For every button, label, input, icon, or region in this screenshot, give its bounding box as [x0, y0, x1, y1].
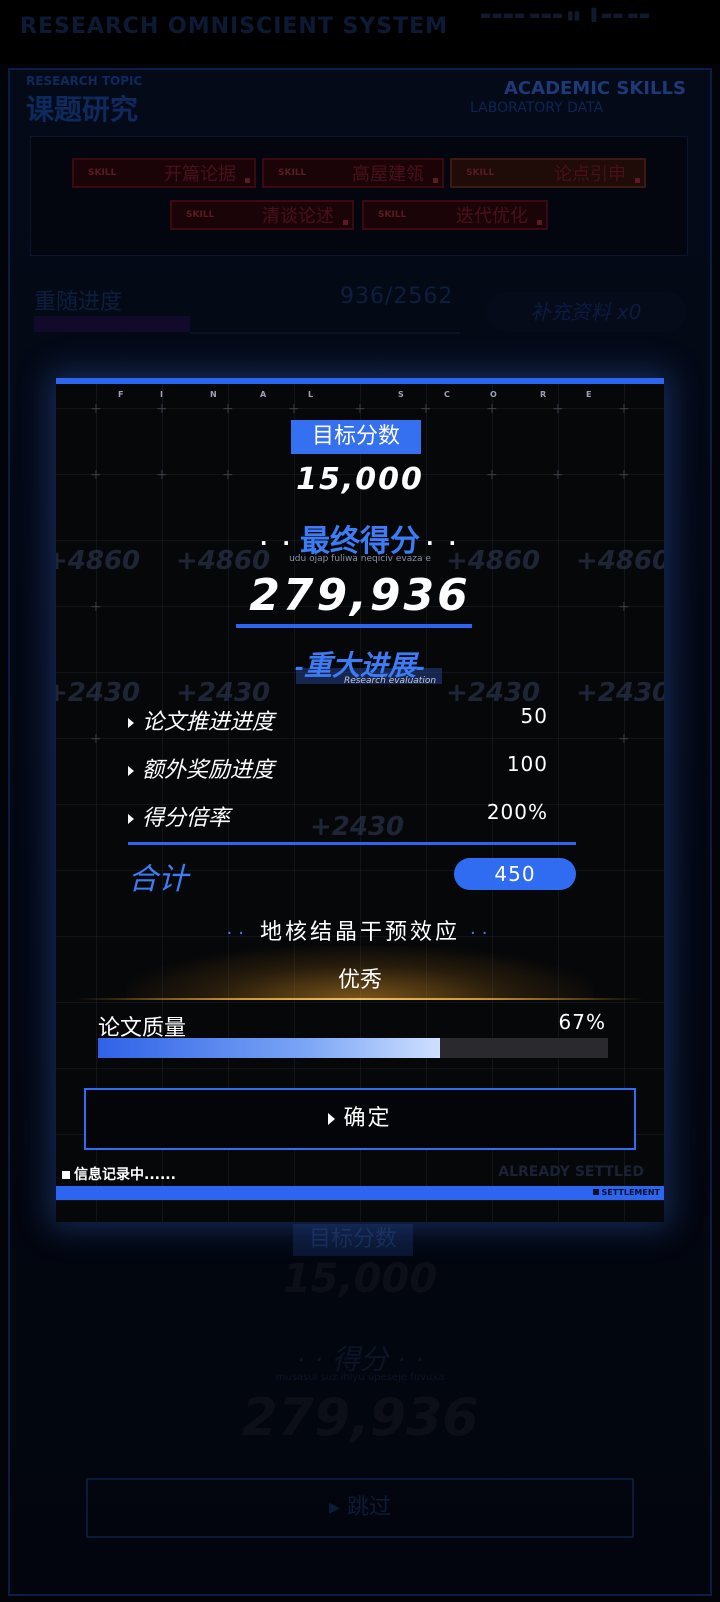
- settlement-text: SETTLEMENT: [601, 1188, 660, 1197]
- progress-bar-fill: [34, 316, 190, 332]
- header-letter: N: [210, 390, 217, 399]
- grade-label: 优秀: [337, 968, 382, 993]
- target-score-value: 15,000: [296, 462, 424, 497]
- triangle-bullet-icon: [128, 766, 134, 776]
- triangle-bullet-icon: [128, 718, 134, 728]
- progress-label: 重随进度: [34, 290, 123, 315]
- bg-score-sub: musasul suz ihiyu upeseje fuvuxa: [275, 1372, 445, 1383]
- skill-name: 迭代优化: [456, 206, 528, 227]
- corner-marker-icon: [537, 220, 542, 225]
- confirm-button[interactable]: 确定: [84, 1088, 636, 1150]
- skill-name: 清谈论述: [262, 206, 334, 227]
- skill-tag: SKILL: [278, 168, 307, 178]
- final-score-subtext: udu ojap fuliwa neqiciv evaza e: [289, 554, 431, 564]
- quality-value: 67%: [558, 1010, 606, 1034]
- header-letter: E: [586, 390, 592, 399]
- corner-marker-icon: [343, 220, 348, 225]
- modal-top-bar: [56, 378, 664, 384]
- total-divider: [128, 842, 576, 845]
- quality-bar-fill: [98, 1038, 440, 1058]
- topic-title: 课题研究: [26, 93, 139, 126]
- skill-name: 开篇论据: [164, 164, 236, 185]
- skill-card[interactable]: SKILL 迭代优化: [362, 200, 548, 230]
- research-evaluation-label: Research evaluation: [343, 676, 437, 686]
- effect-label: 地核结晶干预效应: [259, 920, 460, 945]
- skill-name: 高屋建瓴: [352, 164, 424, 185]
- corner-marker-icon: [433, 178, 438, 183]
- stat-value: 100: [506, 752, 548, 776]
- total-label: 合计: [128, 862, 188, 897]
- skill-card[interactable]: SKILL 清谈论述: [170, 200, 354, 230]
- quality-bar: [98, 1038, 608, 1058]
- corner-marker-icon: [245, 178, 250, 183]
- stat-value: 200%: [486, 800, 548, 824]
- effect-heading: ·· 地核结晶干预效应 ··: [226, 920, 494, 945]
- skill-tag: SKILL: [466, 168, 495, 178]
- system-title: RESEARCH OMNISCIENT SYSTEM: [20, 14, 449, 39]
- target-score-label: 目标分数: [291, 420, 421, 454]
- corner-marker-icon: [635, 178, 640, 183]
- status-icons: ▬▬▬▬ ▬▬▬ ▮▮ ▌▬▬ ▬▬: [480, 8, 651, 22]
- header-letter: F: [118, 390, 124, 399]
- progress-bar-track: [190, 332, 460, 334]
- stat-label: 论文推进进度: [142, 710, 275, 735]
- header-letter: C: [444, 390, 450, 399]
- skill-name: 论点引申: [554, 164, 626, 185]
- final-score-modal: + + + + + + + + + + + + + + + + + + + F I N A L S C O R…: [56, 378, 664, 1222]
- supplement-button[interactable]: 补充资料 x0: [486, 292, 686, 332]
- total-value: 450: [454, 858, 576, 890]
- topic-en: RESEARCH TOPIC: [26, 74, 143, 88]
- header-letter: I: [160, 390, 163, 399]
- skill-card[interactable]: SKILL 高屋建瓴: [262, 158, 444, 188]
- modal-bottom-bar: SETTLEMENT: [56, 1186, 664, 1200]
- settlement-tag: SETTLEMENT: [592, 1188, 660, 1197]
- academic-title: ACADEMIC SKILLS: [504, 78, 686, 99]
- bg-target-value: 15,000: [282, 1256, 438, 1302]
- skill-tag: SKILL: [186, 210, 215, 220]
- stat-label: 得分倍率: [142, 806, 231, 831]
- skill-tag: SKILL: [378, 210, 407, 220]
- skip-label: 跳过: [347, 1495, 392, 1520]
- final-score-value: 279,936: [249, 570, 471, 621]
- stat-row: 得分倍率 200%: [128, 800, 548, 832]
- header-letter: L: [308, 390, 314, 399]
- play-arrow-icon: [328, 1113, 336, 1125]
- header-letter: O: [490, 390, 497, 399]
- final-score-underline: [236, 624, 472, 628]
- stat-row: 论文推进进度 50: [128, 704, 548, 736]
- header-letter: R: [540, 390, 547, 399]
- recording-status: 信息记录中......: [62, 1164, 176, 1184]
- header-letter: A: [260, 390, 267, 399]
- grade-glow-line: [76, 998, 644, 1000]
- square-bullet-icon: [592, 1189, 599, 1195]
- stat-label: 额外奖励进度: [142, 758, 275, 783]
- skill-tag: SKILL: [88, 168, 117, 178]
- progress-value: 936/2562: [340, 284, 454, 309]
- confirm-label: 确定: [343, 1106, 392, 1131]
- already-settled-label: ALREADY SETTLED: [498, 1164, 644, 1180]
- skill-card[interactable]: SKILL 开篇论据: [72, 158, 256, 188]
- triangle-bullet-icon: [128, 814, 134, 824]
- recording-text: 信息记录中......: [74, 1167, 176, 1183]
- skill-panel: [30, 136, 688, 256]
- square-bullet-icon: [62, 1171, 70, 1179]
- stat-value: 50: [520, 704, 548, 728]
- header-letter: S: [398, 390, 404, 399]
- skill-card[interactable]: SKILL 论点引申: [450, 158, 646, 188]
- stat-row: 额外奖励进度 100: [128, 752, 548, 784]
- skip-button[interactable]: ▸ 跳过: [86, 1478, 634, 1538]
- bg-target-label: 目标分数: [293, 1224, 413, 1256]
- bg-score-value: 279,936: [241, 1388, 479, 1448]
- academic-subtitle: LABORATORY DATA: [470, 100, 604, 116]
